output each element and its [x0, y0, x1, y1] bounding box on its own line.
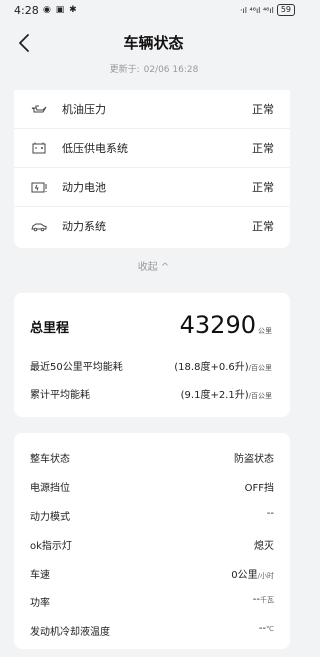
power-gear-value: OFF挡: [244, 483, 274, 494]
speed-unit: /小时: [257, 572, 274, 580]
power-gear-row: 电源挡位 OFF挡: [30, 479, 274, 499]
notification-icons: ◉ ▣ ✱: [43, 5, 78, 15]
power-battery-icon: [31, 182, 47, 193]
status-value: 正常: [252, 181, 274, 194]
update-label: 更新于:: [109, 65, 140, 75]
cumulative-consumption-value: (9.1度+2.1升): [180, 390, 249, 401]
vehicle-status-value: 防盗状态: [234, 454, 274, 465]
coolant-temp-unit: ℃: [266, 625, 274, 633]
status-row-power-system: 动力系统 正常: [14, 206, 290, 245]
status-value: 正常: [252, 142, 274, 155]
ok-light-value: 熄灭: [254, 541, 274, 552]
battery-low-voltage-icon: [32, 142, 46, 154]
power-mode-label: 动力模式: [30, 512, 70, 523]
vehicle-status-row: 整车状态 防盗状态: [30, 450, 274, 470]
status-row-low-voltage: 低压供电系统 正常: [14, 128, 290, 167]
vehicle-status-label: 整车状态: [30, 454, 70, 465]
power-output: --千瓦: [253, 594, 274, 605]
battery-icon: 59: [276, 4, 295, 16]
ok-light-label: ok指示灯: [30, 541, 72, 552]
status-time: 4:28: [14, 4, 39, 17]
cumulative-consumption-label: 累计平均能耗: [30, 390, 90, 401]
mileage-card: 总里程 43290 公里 最近50公里平均能耗 (18.8度+0.6升)/百公里…: [14, 293, 290, 417]
status-label: 低压供电系统: [62, 142, 128, 155]
power-output-row: 功率 --千瓦: [30, 594, 274, 614]
recent-consumption-label: 最近50公里平均能耗: [30, 362, 123, 373]
collapse-button[interactable]: 收起 ^: [0, 258, 307, 273]
total-mileage: 43290 公里: [180, 311, 272, 339]
status-label: 动力系统: [62, 220, 106, 233]
ok-light-row: ok指示灯 熄灭: [30, 537, 274, 557]
recent-consumption: (18.8度+0.6升)/百公里: [174, 358, 272, 373]
signal-icon: ·ıl ⁴⁶ıl ⁴⁶ıl: [240, 5, 274, 15]
speed-row: 车速 0公里/小时: [30, 566, 274, 586]
status-right: ·ıl ⁴⁶ıl ⁴⁶ıl 59: [240, 4, 295, 16]
power-output-label: 功率: [30, 598, 50, 609]
update-time: 更新于: 02/06 16:28: [0, 62, 307, 75]
power-mode-value: --: [266, 508, 274, 519]
power-output-value: --: [252, 594, 260, 605]
car-power-system-icon: [31, 223, 47, 232]
status-label: 机油压力: [62, 103, 106, 116]
status-row-power-battery: 动力电池 正常: [14, 167, 290, 206]
cumulative-consumption: (9.1度+2.1升)/百公里: [181, 386, 272, 401]
status-label: 动力电池: [62, 181, 106, 194]
coolant-temp-label: 发动机冷却液温度: [30, 627, 110, 638]
status-value: 正常: [252, 220, 274, 233]
cumulative-consumption-unit: /百公里: [248, 392, 272, 400]
coolant-temp: --℃: [259, 623, 274, 634]
total-mileage-value: 43290: [179, 311, 256, 339]
update-time-value: 02/06 16:28: [143, 65, 199, 75]
speed-value: 0公里: [231, 570, 258, 581]
power-output-unit: 千瓦: [260, 596, 274, 604]
speed-label: 车速: [30, 570, 50, 581]
coolant-temp-row: 发动机冷却液温度 --℃: [30, 623, 274, 643]
cumulative-consumption-row: 累计平均能耗 (9.1度+2.1升)/百公里: [30, 386, 272, 401]
recent-consumption-row: 最近50公里平均能耗 (18.8度+0.6升)/百公里: [30, 358, 272, 373]
status-row-oil: 机油压力 正常: [14, 90, 290, 128]
status-card: 机油压力 正常 低压供电系统 正常 动力电池 正常 动力系统 正常: [14, 90, 290, 248]
power-mode-row: 动力模式 --: [30, 508, 274, 528]
power-gear-label: 电源挡位: [30, 483, 70, 494]
status-value: 正常: [252, 103, 274, 116]
status-bar: 4:28 ◉ ▣ ✱ ·ıl ⁴⁶ıl ⁴⁶ıl 59: [0, 0, 307, 22]
speed: 0公里/小时: [231, 566, 274, 581]
page-title: 车辆状态: [123, 34, 184, 52]
oil-can-icon: [31, 105, 47, 113]
recent-consumption-unit: /百公里: [248, 364, 272, 372]
total-mileage-label: 总里程: [30, 321, 70, 336]
recent-consumption-value: (18.8度+0.6升): [174, 362, 249, 373]
vehicle-info-card: 整车状态 防盗状态 电源挡位 OFF挡 动力模式 -- ok指示灯 熄灭 车速 …: [14, 433, 290, 649]
total-mileage-unit: 公里: [258, 327, 272, 335]
